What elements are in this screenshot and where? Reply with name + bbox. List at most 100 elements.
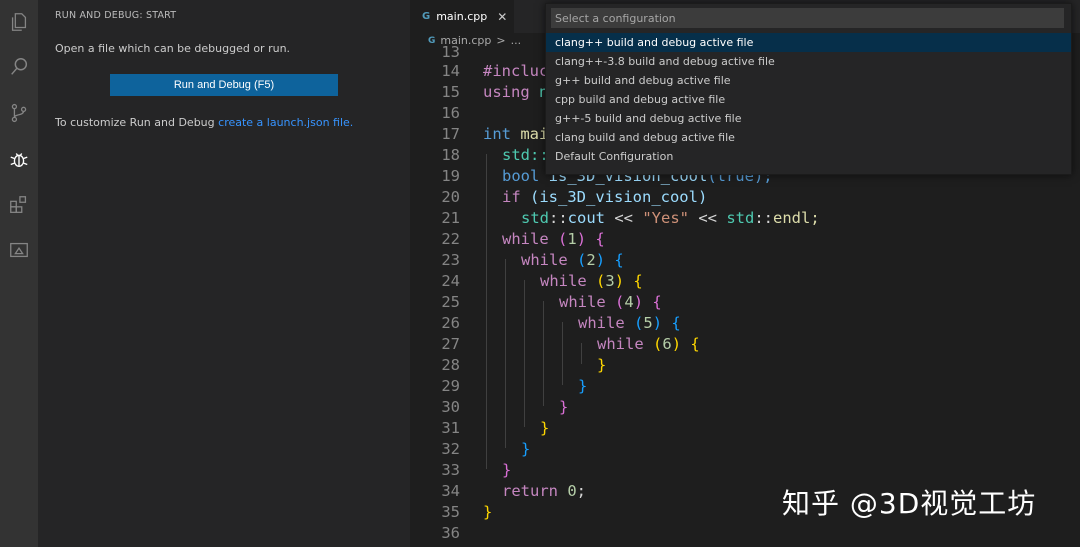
code-token: cout [567,209,605,227]
code-token: "Yes" [642,209,689,227]
code-token: { [671,314,681,332]
code-token: bool [502,167,549,185]
quick-pick-item[interactable]: Default Configuration [546,147,1071,166]
line-number: 19 [441,167,460,185]
code-line: 33} [410,460,1080,481]
code-token: 5 [643,314,653,332]
line-number: 30 [441,398,460,416]
quick-pick-item[interactable]: g++-5 build and debug active file [546,109,1071,128]
code-token: (is_3D_vision_cool) [530,188,708,206]
code-token: } [578,377,588,395]
code-token: :: [754,209,773,227]
source-control-icon[interactable] [5,99,33,127]
create-launch-json-link[interactable]: create a launch.json file. [218,116,353,129]
cpp-file-icon: G [422,11,431,22]
code-token: { [614,251,624,269]
customize-text: To customize Run and Debug create a laun… [55,116,353,129]
line-number: 29 [441,377,460,395]
tab-main-cpp[interactable]: G main.cpp ✕ [410,0,514,33]
code-token: endl; [773,209,820,227]
remote-explorer-icon[interactable] [5,236,33,264]
code-token: while [597,335,644,353]
code-token: std:: [502,146,549,164]
code-line: 32} [410,439,1080,460]
code-token: #incluc [483,62,549,80]
code-line: 20 if (is_3D_vision_cool) [410,187,1080,208]
code-token: while [540,272,587,290]
code-token: while [521,251,568,269]
code-token: 3 [605,272,615,290]
code-line: 29} [410,376,1080,397]
code-token: int [483,125,521,143]
code-token: } [521,440,531,458]
code-line: 25 while (4) { [410,292,1080,313]
line-number: 28 [441,356,460,374]
code-token: if [502,188,530,206]
line-number: 23 [441,251,460,269]
code-token: 6 [662,335,672,353]
watermark: 知乎 @3D视觉工坊 [782,487,1037,520]
code-line: 26 while (5) { [410,313,1080,334]
code-token: 4 [624,293,634,311]
line-number: 36 [441,524,460,542]
line-number: 31 [441,419,460,437]
code-token: std [726,209,755,227]
code-token: } [559,398,569,416]
close-icon[interactable]: ✕ [497,10,507,24]
line-number: 21 [441,209,460,227]
code-line: 36 [410,523,1080,544]
line-number: 33 [441,461,460,479]
sidebar-intro-text: Open a file which can be debugged or run… [55,42,291,55]
files-icon[interactable] [5,8,33,36]
line-number: 22 [441,230,460,248]
code-token: { [690,335,700,353]
code-token: } [502,461,512,479]
code-token: { [633,272,643,290]
line-number: 24 [441,272,460,290]
search-icon[interactable] [5,53,33,81]
code-token: while [502,230,549,248]
line-number: 15 [441,83,460,101]
code-token: using [483,83,539,101]
code-line: 30} [410,397,1080,418]
customize-prefix: To customize Run and Debug [55,116,219,129]
line-number: 26 [441,314,460,332]
run-and-debug-button[interactable]: Run and Debug (F5) [110,74,338,96]
line-number: 13 [441,43,460,61]
code-line: 21 std::cout << "Yes" << std::endl; [410,208,1080,229]
tab-label: main.cpp [436,10,488,23]
code-line: 28} [410,355,1080,376]
code-line: 23 while (2) { [410,250,1080,271]
quick-pick-item[interactable]: g++ build and debug active file [546,71,1071,90]
line-number: 35 [441,503,460,521]
configuration-search-input[interactable] [551,8,1064,28]
line-number: 25 [441,293,460,311]
code-line: 22 while (1) { [410,229,1080,250]
code-token: } [540,419,550,437]
code-token: ; [576,482,587,500]
quick-pick-item[interactable]: cpp build and debug active file [546,90,1071,109]
code-line: 31} [410,418,1080,439]
debug-icon[interactable] [5,145,33,173]
line-number: 32 [441,440,460,458]
code-token: 1 [567,230,577,248]
run-debug-sidebar: RUN AND DEBUG: START Open a file which c… [38,0,410,547]
code-token: 0 [567,482,577,500]
code-token: } [483,503,493,521]
activity-bar [0,0,38,547]
extensions-icon[interactable] [5,191,33,219]
line-number: 18 [441,146,460,164]
code-token: { [595,230,605,248]
line-number: 20 [441,188,460,206]
quick-pick-item[interactable]: clang++-3.8 build and debug active file [546,52,1071,71]
line-number: 27 [441,335,460,353]
code-token: return [502,482,568,500]
line-number: 14 [441,62,460,80]
quick-pick-item[interactable]: clang build and debug active file [546,128,1071,147]
line-number: 34 [441,482,460,500]
line-number: 16 [441,104,460,122]
code-token: while [559,293,606,311]
quick-pick-item[interactable]: clang++ build and debug active file [546,33,1071,52]
sidebar-title: RUN AND DEBUG: START [55,10,177,21]
code-line: 27 while (6) { [410,334,1080,355]
